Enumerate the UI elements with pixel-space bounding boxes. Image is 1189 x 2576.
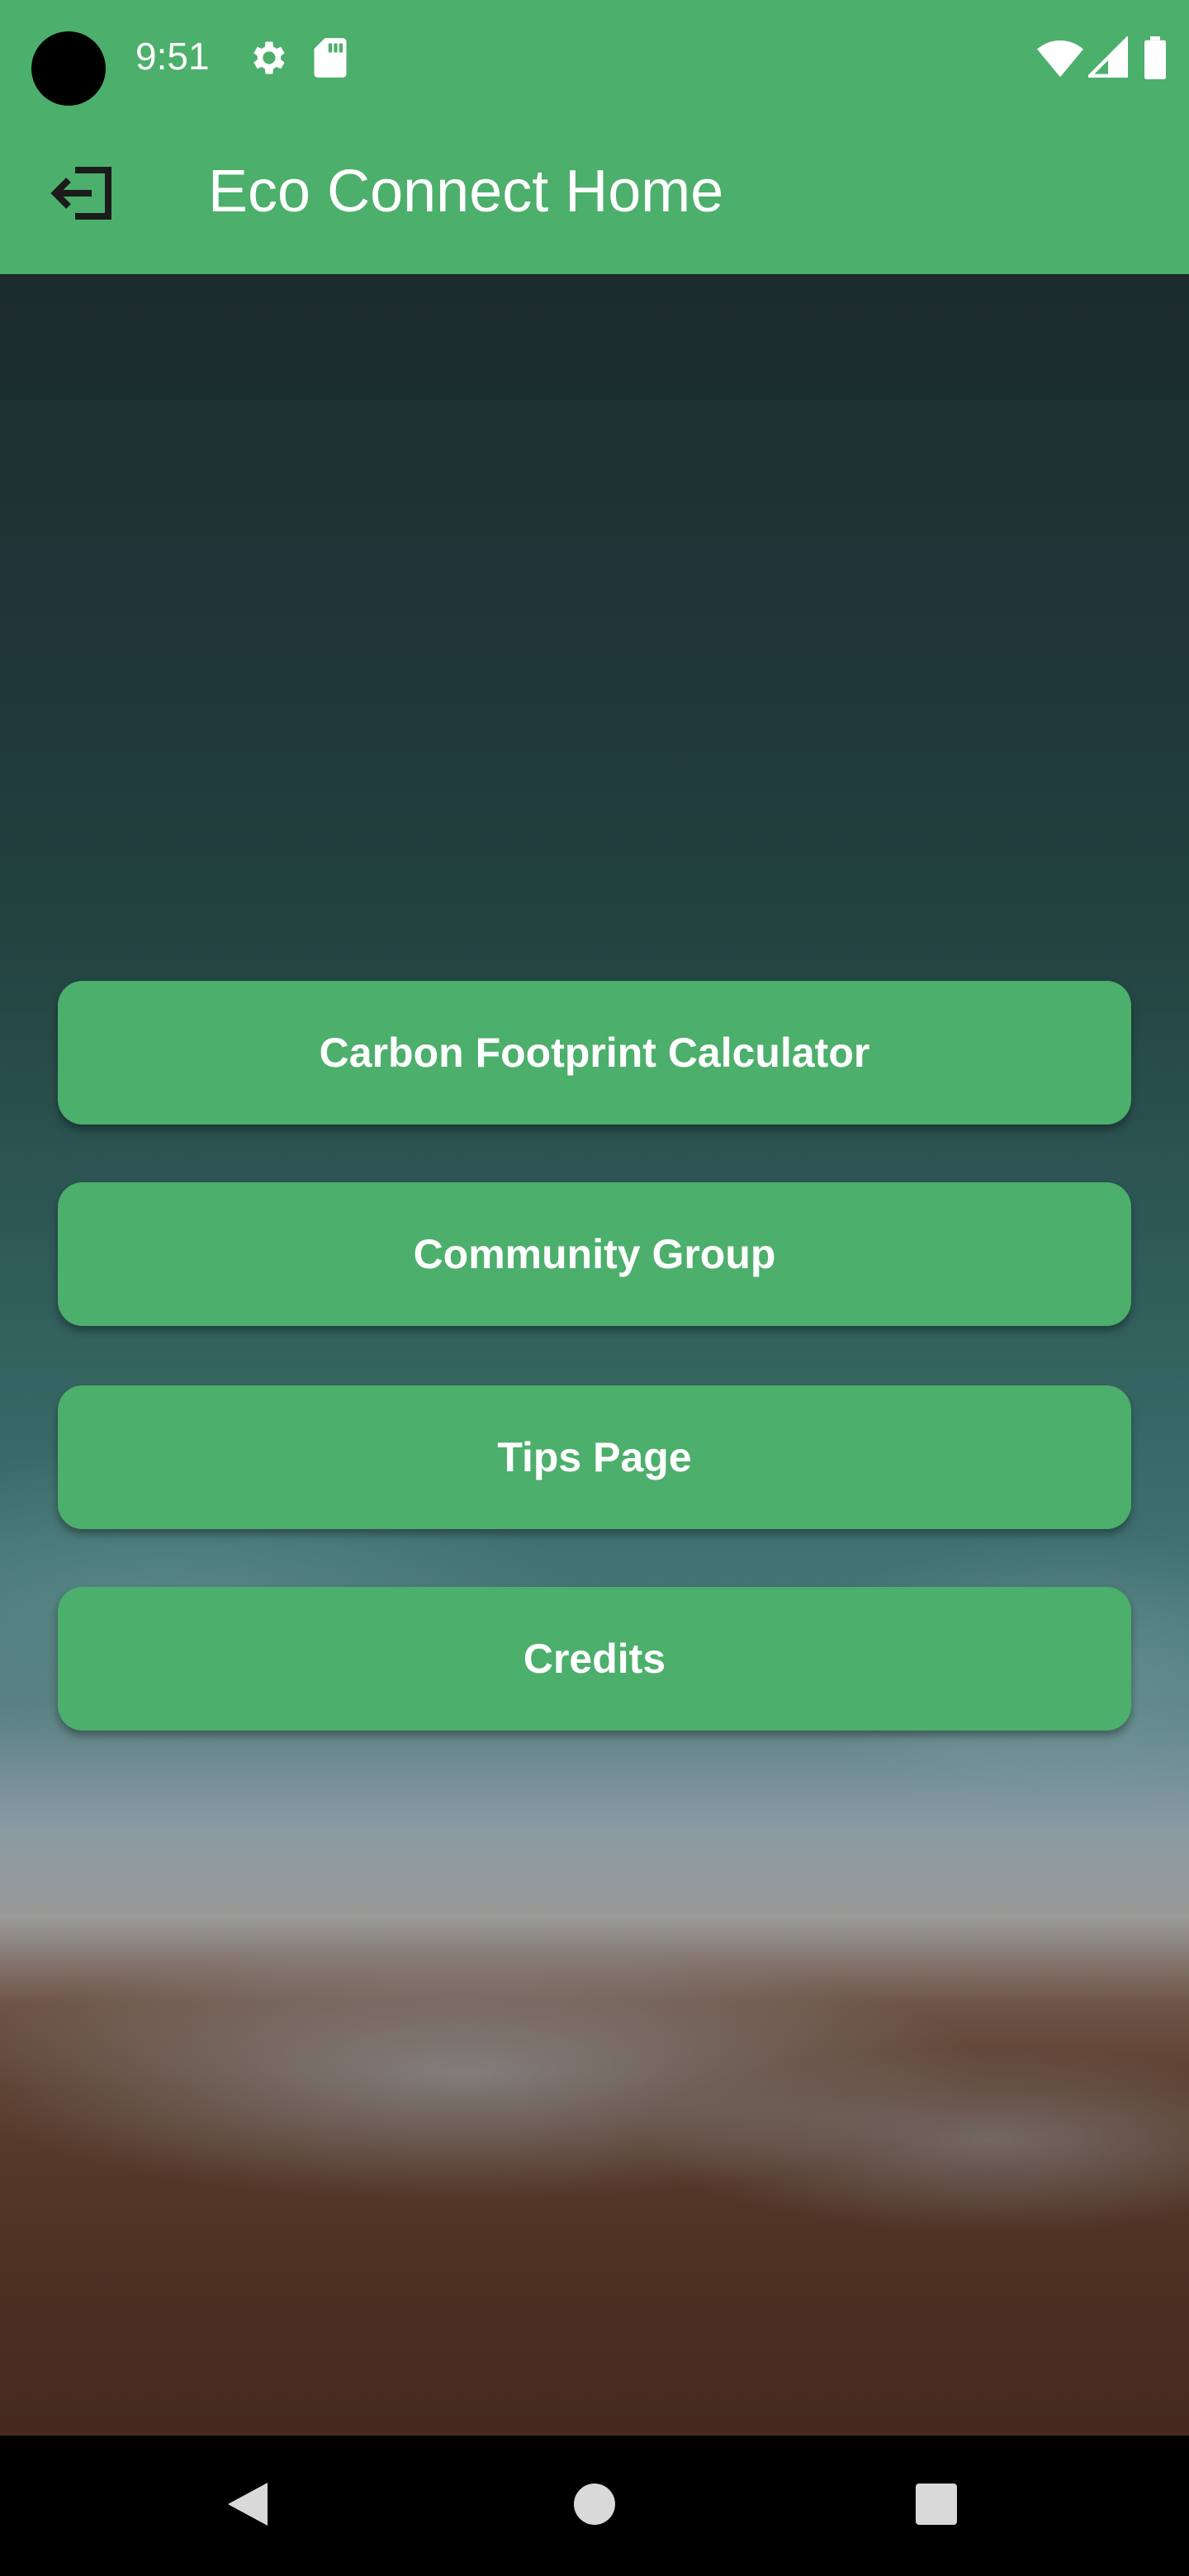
community-group-button[interactable]: Community Group xyxy=(58,1182,1131,1326)
logout-icon xyxy=(49,164,115,226)
logout-button[interactable] xyxy=(38,154,126,236)
battery-icon xyxy=(1143,36,1168,79)
signal-icon xyxy=(1085,35,1128,79)
recents-icon xyxy=(914,2482,959,2531)
settings-icon xyxy=(246,36,289,79)
nav-home-button[interactable] xyxy=(545,2436,644,2576)
status-bar: 9:51 xyxy=(0,0,1189,116)
nav-recents-button[interactable] xyxy=(887,2436,986,2576)
credits-button[interactable]: Credits xyxy=(58,1587,1131,1731)
home-icon xyxy=(572,2482,617,2531)
wifi-icon xyxy=(1037,36,1083,79)
system-nav-bar xyxy=(0,2436,1189,2576)
sd-card-icon xyxy=(312,36,348,79)
ocean-background-image xyxy=(0,274,1189,2436)
carbon-footprint-calculator-button[interactable]: Carbon Footprint Calculator xyxy=(58,981,1131,1125)
nav-back-button[interactable] xyxy=(198,2436,297,2576)
tips-page-button[interactable]: Tips Page xyxy=(58,1385,1131,1529)
back-icon xyxy=(225,2479,271,2533)
camera-cutout xyxy=(31,31,106,106)
status-time: 9:51 xyxy=(135,35,210,78)
screen: 9:51 Eco Connect Home Carbon Footprint C… xyxy=(0,0,1189,2576)
page-title: Eco Connect Home xyxy=(208,159,724,225)
